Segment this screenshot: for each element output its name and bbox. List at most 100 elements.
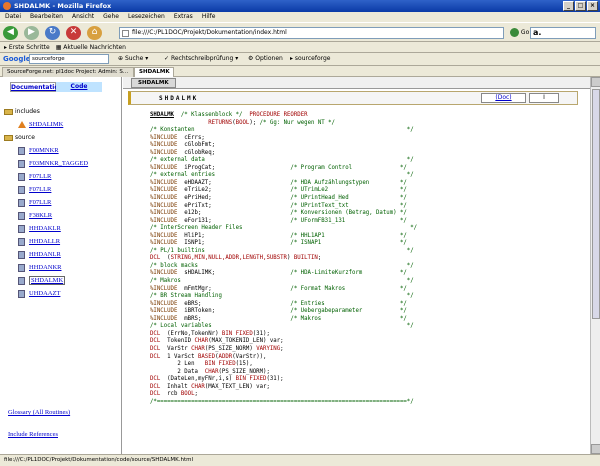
- tree-item[interactable]: F07LLR: [4, 170, 119, 183]
- back-icon[interactable]: ◀: [3, 26, 18, 40]
- tree-item-label[interactable]: F07LLR: [29, 186, 51, 193]
- bookmark-erste-schritte[interactable]: ▸ Erste Schritte: [4, 42, 50, 52]
- bookmark-aktuelle-nachrichten[interactable]: ▦ Aktuelle Nachrichten: [56, 42, 126, 52]
- tree-item-label[interactable]: HHDALLR: [29, 238, 60, 245]
- scroll-up-arrow-icon[interactable]: [591, 77, 600, 87]
- info-button[interactable]: I: [529, 93, 559, 103]
- maximize-button[interactable]: □: [575, 1, 586, 11]
- code-token: (PS_SIZE_NORM);: [218, 368, 270, 375]
- tree-item-label[interactable]: F00MNKR: [29, 147, 59, 154]
- code-line: DCL rcb BOOL;: [150, 391, 570, 399]
- tree-item[interactable]: HHDANKR: [4, 261, 119, 274]
- tree-folder[interactable]: source: [4, 131, 119, 144]
- tree-item[interactable]: SHDALMK: [4, 274, 119, 287]
- code-token: Inhalt: [160, 383, 192, 390]
- menu-datei[interactable]: Datei: [5, 12, 21, 22]
- menu-lesezeichen[interactable]: Lesezeichen: [128, 12, 165, 22]
- go-button[interactable]: Go: [510, 28, 529, 37]
- code-token: (PS_SIZE_NORM): [204, 345, 257, 352]
- include-references-link[interactable]: Include References: [8, 431, 58, 438]
- code-token: %INCLUDE: [150, 285, 178, 292]
- tree-item[interactable]: F38KLR: [4, 209, 119, 222]
- spellcheck-button[interactable]: ✓ Rechtschreibprüfung ▾: [164, 53, 238, 65]
- code-token: DCL: [150, 376, 161, 383]
- close-button[interactable]: ×: [587, 1, 598, 11]
- code-token: /* Local variables */: [150, 323, 414, 330]
- menu-extras[interactable]: Extras: [174, 12, 193, 22]
- code-token: cGlobFmt;: [177, 142, 216, 149]
- tab-bar: SourceForge.net: pl1doc Project: Admin: …: [0, 66, 600, 77]
- tree-item[interactable]: F07LLR: [4, 183, 119, 196]
- tree-item-label[interactable]: F07LLR: [29, 199, 51, 206]
- source-title-button[interactable]: SHDALMK: [131, 78, 176, 88]
- menu-hilfe[interactable]: Hilfe: [202, 12, 216, 22]
- scroll-thumb[interactable]: [592, 89, 600, 319]
- tree-item-label[interactable]: HHDANKR: [29, 264, 62, 271]
- code-token: (31);: [266, 376, 284, 383]
- code-line: %INCLUDE HliP1; /* HHL1AP1 */: [150, 233, 570, 241]
- menu-bearbeiten[interactable]: Bearbeiten: [30, 12, 63, 22]
- tree-item[interactable]: HHDAKLR: [4, 222, 119, 235]
- code-token: %INCLUDE: [150, 308, 178, 315]
- forward-icon[interactable]: ▶: [24, 26, 39, 40]
- code-token: VARYING: [256, 345, 281, 352]
- options-button[interactable]: ⚙ Optionen: [248, 53, 283, 65]
- tree-item[interactable]: UHDAAZT: [4, 287, 119, 300]
- tree-item[interactable]: SHDALIMK: [4, 118, 119, 131]
- tree-item-label[interactable]: SHDALIMK: [29, 121, 63, 128]
- menu-ansicht[interactable]: Ansicht: [72, 12, 94, 22]
- file-icon: [18, 224, 25, 233]
- tree-item[interactable]: HHDANLR: [4, 248, 119, 261]
- code-token: eTriLe2;: [177, 187, 291, 194]
- code-token: /* Program Control */: [290, 164, 407, 171]
- google-search-input[interactable]: sourceforge: [29, 54, 109, 64]
- reload-icon[interactable]: ↻: [45, 26, 60, 40]
- minimize-button[interactable]: _: [563, 1, 574, 11]
- tree-item[interactable]: F00MNKR: [4, 144, 119, 157]
- code-token: );: [249, 119, 260, 126]
- tab-code[interactable]: Code: [56, 82, 102, 92]
- code-line: /* BR Stream Handling */: [150, 293, 570, 301]
- code-token: CHAR: [194, 338, 209, 345]
- stop-icon[interactable]: ✕: [66, 26, 81, 40]
- tree-item-label[interactable]: F38KLR: [29, 212, 52, 219]
- home-icon[interactable]: ⌂: [87, 26, 102, 40]
- code-token: /* external data */: [150, 157, 414, 164]
- tree-item-label[interactable]: HHDAKLR: [29, 225, 61, 232]
- code-token: /* Entries */: [290, 300, 407, 307]
- tree-folder[interactable]: includes: [4, 105, 119, 118]
- code-token: /* external entries */: [150, 172, 414, 179]
- tree-item-label[interactable]: UHDAAZT: [29, 290, 60, 297]
- google-search-button[interactable]: ⊕ Suche ▾: [118, 53, 148, 65]
- code-token: ;: [317, 255, 322, 262]
- code-token: TokenID: [160, 338, 195, 345]
- code-token: %INCLUDE: [150, 195, 178, 202]
- code-token: sHDALIMK;: [177, 270, 291, 277]
- vertical-scrollbar[interactable]: [590, 77, 600, 454]
- code-line: DCL Inhalt CHAR(MAX_TEXT_LEN) var;: [150, 384, 570, 392]
- tab-documentation[interactable]: Documentation: [10, 82, 63, 92]
- code-token: cGlobReq;: [177, 149, 216, 156]
- sourceforge-button[interactable]: ▸ sourceforge: [290, 53, 331, 65]
- code-token: %INCLUDE: [150, 232, 178, 239]
- tab-shdalmk[interactable]: SHDALMK: [134, 67, 174, 77]
- code-token: /* UTrimLe2 */: [290, 187, 407, 194]
- search-engine-box[interactable]: a.: [530, 27, 596, 39]
- file-icon: [18, 146, 25, 155]
- address-bar[interactable]: file:///C:/PL1DOC/Projekt/Dokumentation/…: [119, 27, 504, 39]
- code-token: %INCLUDE: [150, 217, 178, 224]
- code-token: VarStr: [160, 345, 192, 352]
- tree-item-label[interactable]: HHDANLR: [29, 251, 61, 258]
- menu-gehe[interactable]: Gehe: [103, 12, 119, 22]
- scroll-down-arrow-icon[interactable]: [591, 444, 600, 454]
- tree-item-label[interactable]: F03MNKR_TAGGED: [29, 160, 88, 167]
- code-line: /* PL/1 builtins */: [150, 248, 570, 256]
- tree-item[interactable]: HHDALLR: [4, 235, 119, 248]
- tree-item-label[interactable]: SHDALMK: [29, 276, 66, 285]
- glossary-link[interactable]: Glossary (All Routines): [8, 409, 70, 416]
- doc-button[interactable]: (Doc): [481, 93, 526, 103]
- tree-item[interactable]: F07LLR: [4, 196, 119, 209]
- tab-sourceforge[interactable]: SourceForge.net: pl1doc Project: Admin: …: [2, 67, 134, 77]
- tree-item[interactable]: F03MNKR_TAGGED: [4, 157, 119, 170]
- tree-item-label[interactable]: F07LLR: [29, 173, 51, 180]
